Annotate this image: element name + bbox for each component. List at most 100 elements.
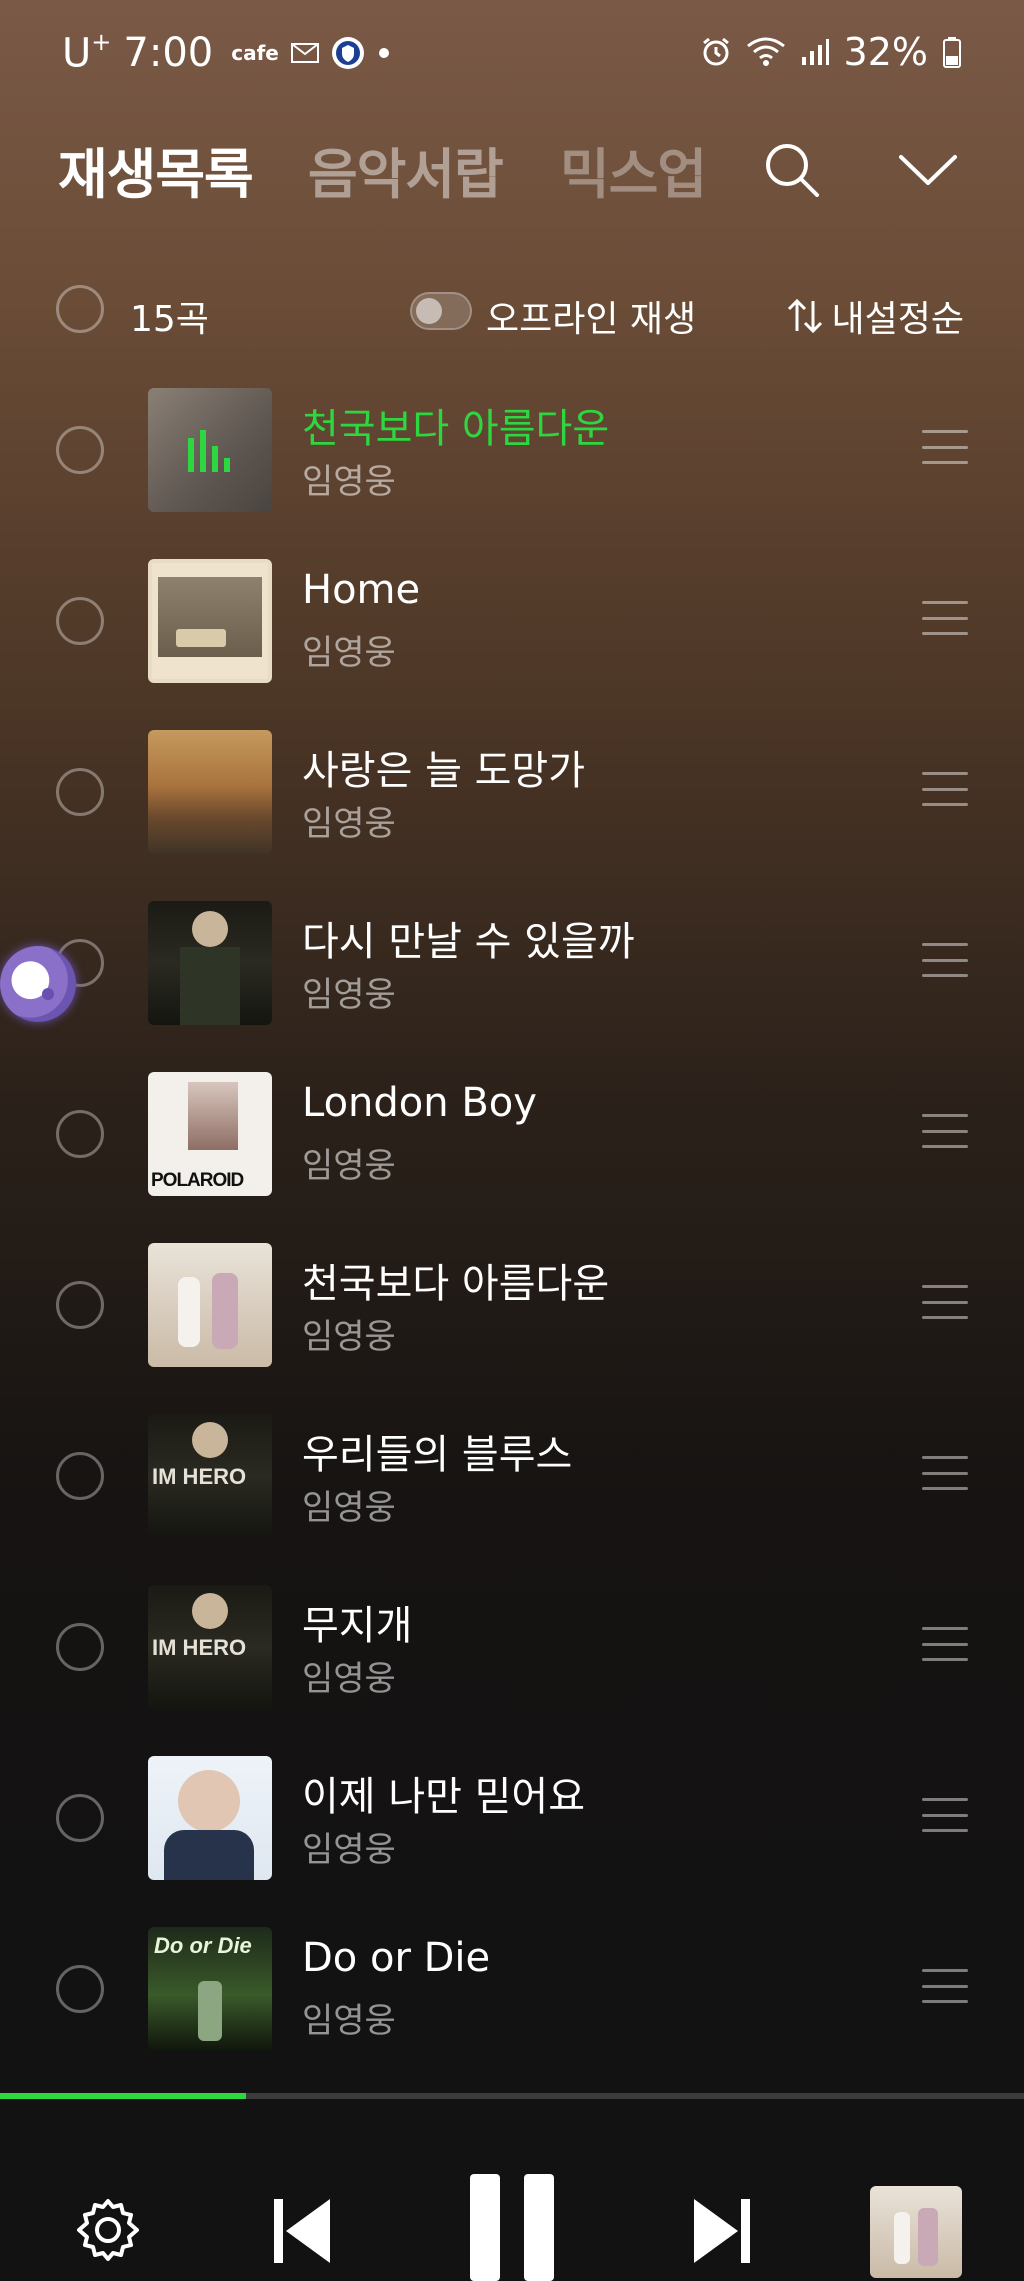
album-art: IM HERO bbox=[148, 1414, 272, 1538]
song-artist: 임영웅 bbox=[302, 804, 396, 844]
song-checkbox[interactable] bbox=[56, 1623, 104, 1671]
song-title: 다시 만날 수 있을까 bbox=[302, 919, 635, 965]
previous-track-button[interactable] bbox=[262, 2186, 342, 2276]
tab-playlist[interactable]: 재생목록 bbox=[58, 130, 254, 209]
tab-music-drawer[interactable]: 음악서랍 bbox=[308, 130, 504, 209]
album-art bbox=[148, 559, 272, 683]
search-button[interactable] bbox=[752, 130, 832, 210]
song-artist: 임영웅 bbox=[302, 1659, 396, 1699]
shield-icon bbox=[331, 36, 365, 70]
song-checkbox[interactable] bbox=[56, 1965, 104, 2013]
song-count: 15곡 bbox=[130, 299, 209, 340]
now-playing-album-art[interactable] bbox=[870, 2186, 962, 2278]
list-item[interactable]: 천국보다 아름다운 임영웅 bbox=[0, 386, 1024, 557]
skip-next-icon bbox=[690, 2195, 754, 2267]
song-artist: 임영웅 bbox=[302, 1317, 396, 1357]
battery-icon bbox=[942, 36, 962, 68]
drag-handle-icon[interactable] bbox=[922, 1627, 968, 1661]
drag-handle-icon[interactable] bbox=[922, 1114, 968, 1148]
playback-progress-bar[interactable] bbox=[0, 2093, 1024, 2099]
select-all-checkbox[interactable] bbox=[56, 285, 104, 333]
song-checkbox[interactable] bbox=[56, 426, 104, 474]
tab-mixup[interactable]: 믹스업 bbox=[560, 130, 707, 209]
drag-handle-icon[interactable] bbox=[922, 1456, 968, 1490]
list-item[interactable]: 다시 만날 수 있을까 임영웅 bbox=[0, 899, 1024, 1070]
status-bar: U+ 7:00 cafe 32% bbox=[0, 0, 1024, 110]
album-art: IM HERO bbox=[148, 1585, 272, 1709]
chevron-down-icon bbox=[898, 153, 958, 187]
offline-label: 오프라인 재생 bbox=[486, 299, 697, 340]
drag-handle-icon[interactable] bbox=[922, 1969, 968, 2003]
playlist-toolbar: 15곡 오프라인 재생 내설정순 bbox=[0, 270, 1024, 350]
settings-button[interactable] bbox=[68, 2190, 148, 2270]
search-icon bbox=[763, 141, 821, 199]
list-item[interactable]: Do or Die Do or Die 임영웅 bbox=[0, 1925, 1024, 2096]
carrier-label: U+ bbox=[62, 28, 112, 77]
song-title: 천국보다 아름다운 bbox=[302, 406, 610, 452]
song-artist: 임영웅 bbox=[302, 2001, 396, 2041]
album-art bbox=[148, 901, 272, 1025]
offline-toggle[interactable] bbox=[410, 292, 472, 330]
wifi-icon bbox=[746, 36, 786, 68]
sort-label: 내설정순 bbox=[831, 299, 964, 340]
list-item[interactable]: IM HERO 우리들의 블루스 임영웅 bbox=[0, 1412, 1024, 1583]
drag-handle-icon[interactable] bbox=[922, 1285, 968, 1319]
notification-dot-icon bbox=[377, 46, 391, 60]
equalizer-icon bbox=[188, 430, 230, 472]
song-title: 천국보다 아름다운 bbox=[302, 1261, 610, 1307]
header: 재생목록 음악서랍 믹스업 bbox=[0, 120, 1024, 220]
song-artist: 임영웅 bbox=[302, 1488, 396, 1528]
drag-handle-icon[interactable] bbox=[922, 943, 968, 977]
song-checkbox[interactable] bbox=[56, 1110, 104, 1158]
player-controls bbox=[0, 2150, 1024, 2281]
album-art: Do or Die bbox=[148, 1927, 272, 2051]
song-checkbox[interactable] bbox=[56, 1452, 104, 1500]
song-artist: 임영웅 bbox=[302, 462, 396, 502]
battery-percent: 32% bbox=[843, 30, 928, 74]
song-artist: 임영웅 bbox=[302, 1830, 396, 1870]
list-item[interactable]: 이제 나만 믿어요 임영웅 bbox=[0, 1754, 1024, 1925]
album-art bbox=[148, 730, 272, 854]
list-item[interactable]: 천국보다 아름다운 임영웅 bbox=[0, 1241, 1024, 1412]
list-item[interactable]: Home 임영웅 bbox=[0, 557, 1024, 728]
song-artist: 임영웅 bbox=[302, 633, 396, 673]
album-art bbox=[148, 388, 272, 512]
list-item[interactable]: IM HERO 무지개 임영웅 bbox=[0, 1583, 1024, 1754]
song-title: Home bbox=[302, 567, 421, 613]
album-art-text: IM HERO bbox=[152, 1464, 247, 1489]
signal-icon bbox=[800, 37, 830, 67]
song-artist: 임영웅 bbox=[302, 1146, 396, 1186]
toggle-knob bbox=[416, 298, 442, 324]
song-artist: 임영웅 bbox=[302, 975, 396, 1015]
gear-icon bbox=[75, 2197, 141, 2263]
drag-handle-icon[interactable] bbox=[922, 601, 968, 635]
sort-arrows-icon bbox=[786, 297, 824, 335]
song-title: 무지개 bbox=[302, 1603, 413, 1649]
song-list: 천국보다 아름다운 임영웅 Home 임영웅 사랑은 늘 도망가 임영웅 다시 … bbox=[0, 386, 1024, 2096]
album-art-text: POLAROID bbox=[151, 1170, 244, 1191]
list-item[interactable]: 사랑은 늘 도망가 임영웅 bbox=[0, 728, 1024, 899]
sort-button[interactable]: 내설정순 bbox=[786, 290, 964, 342]
drag-handle-icon[interactable] bbox=[922, 430, 968, 464]
skip-previous-icon bbox=[270, 2195, 334, 2267]
song-checkbox[interactable] bbox=[56, 597, 104, 645]
collapse-button[interactable] bbox=[888, 130, 968, 210]
song-checkbox[interactable] bbox=[56, 1794, 104, 1842]
mail-icon bbox=[290, 43, 319, 64]
progress-fill bbox=[0, 2093, 246, 2099]
pause-icon bbox=[466, 2174, 558, 2281]
next-track-button[interactable] bbox=[682, 2186, 762, 2276]
song-checkbox[interactable] bbox=[56, 1281, 104, 1329]
album-art bbox=[148, 1756, 272, 1880]
list-item[interactable]: POLAROID London Boy 임영웅 bbox=[0, 1070, 1024, 1241]
album-art-text: Do or Die bbox=[154, 1933, 252, 1958]
song-title: Do or Die bbox=[302, 1935, 491, 1981]
floating-assistant-icon[interactable] bbox=[0, 946, 76, 1022]
drag-handle-icon[interactable] bbox=[922, 1798, 968, 1832]
drag-handle-icon[interactable] bbox=[922, 772, 968, 806]
album-art bbox=[148, 1243, 272, 1367]
song-checkbox[interactable] bbox=[56, 768, 104, 816]
pause-button[interactable] bbox=[462, 2174, 562, 2281]
song-title: 이제 나만 믿어요 bbox=[302, 1774, 586, 1820]
album-art: POLAROID bbox=[148, 1072, 272, 1196]
